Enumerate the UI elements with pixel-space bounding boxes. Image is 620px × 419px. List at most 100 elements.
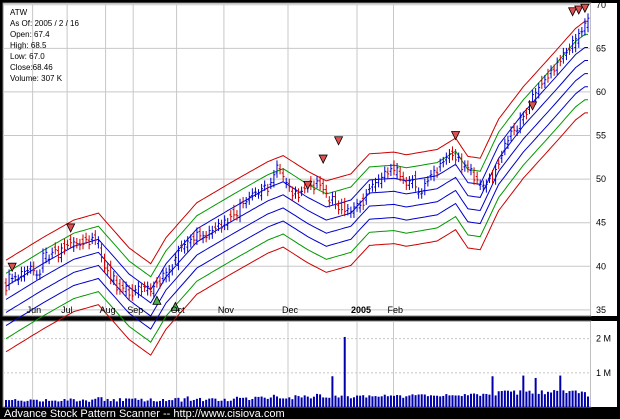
volume-bar-24 — [78, 400, 81, 407]
volume-bar-44 — [140, 398, 143, 407]
volume-bar-139 — [433, 395, 436, 407]
y-tick-label-50: 50 — [596, 174, 606, 184]
volume-bar-117 — [365, 397, 368, 407]
volume-bar-13 — [45, 399, 48, 407]
volume-bar-188 — [583, 392, 586, 407]
volume-bar-156 — [485, 393, 488, 407]
footer-text: Advance Stock Pattern Scanner -- http://… — [4, 408, 285, 419]
volume-bar-150 — [466, 395, 469, 407]
volume-bar-178 — [553, 390, 556, 407]
volume-bar-1 — [8, 400, 11, 407]
info-open: Open: 67.4 — [10, 30, 50, 39]
volume-bar-114 — [356, 395, 359, 407]
volume-bar-89 — [279, 398, 282, 407]
volume-bar-20 — [66, 400, 69, 407]
x-tick-label-Nov: Nov — [218, 305, 235, 315]
volume-bar-128 — [399, 395, 402, 407]
volume-bar-172 — [534, 377, 537, 407]
volume-bar-3 — [14, 399, 17, 407]
volume-bar-118 — [368, 395, 371, 407]
x-tick-label-2005: 2005 — [351, 305, 371, 315]
volume-bar-170 — [528, 390, 531, 407]
price-panel — [2, 2, 592, 317]
volume-bar-57 — [180, 401, 183, 407]
volume-bar-51 — [162, 399, 165, 407]
volume-bar-73 — [229, 400, 232, 407]
volume-bar-47 — [149, 398, 152, 407]
volume-bar-102 — [319, 394, 322, 407]
volume-bar-137 — [426, 396, 429, 407]
volume-bar-167 — [519, 390, 522, 407]
volume-bar-129 — [402, 397, 405, 407]
volume-bar-145 — [451, 395, 454, 407]
volume-bar-83 — [260, 396, 263, 407]
volume-bar-162 — [503, 390, 506, 407]
volume-bar-159 — [494, 395, 497, 407]
volume-bar-93 — [291, 399, 294, 407]
volume-bar-28 — [91, 399, 94, 407]
volume-bar-81 — [254, 396, 257, 407]
volume-bar-7 — [26, 400, 29, 407]
volume-bar-103 — [322, 397, 325, 407]
info-symbol: ATW — [10, 8, 28, 17]
volume-bar-72 — [226, 401, 229, 407]
volume-bar-107 — [334, 395, 337, 407]
volume-bar-12 — [41, 401, 44, 407]
volume-bar-56 — [177, 397, 180, 407]
volume-bar-40 — [128, 398, 131, 407]
volume-bar-37 — [118, 398, 121, 407]
volume-bar-105 — [328, 397, 331, 407]
volume-bar-109 — [340, 395, 343, 407]
volume-bar-175 — [543, 394, 546, 407]
volume-bar-75 — [235, 396, 238, 407]
volume-bar-184 — [571, 390, 574, 407]
volume-bar-100 — [312, 396, 315, 407]
volume-bar-2 — [11, 399, 14, 407]
volume-bar-18 — [60, 400, 63, 407]
volume-bar-30 — [97, 397, 100, 407]
volume-bar-59 — [186, 396, 189, 407]
volume-bar-70 — [220, 400, 223, 407]
volume-bar-14 — [48, 400, 51, 407]
volume-bar-91 — [285, 398, 288, 407]
volume-panel — [2, 320, 592, 408]
volume-bar-61 — [192, 399, 195, 407]
x-tick-label-Feb: Feb — [387, 305, 403, 315]
volume-bar-80 — [251, 399, 254, 407]
volume-bar-111 — [346, 396, 349, 407]
volume-bar-55 — [174, 398, 177, 407]
volume-bar-147 — [457, 395, 460, 407]
volume-bar-39 — [125, 398, 128, 407]
volume-bar-131 — [408, 395, 411, 407]
volume-bar-152 — [473, 393, 476, 407]
volume-bar-34 — [109, 401, 112, 407]
info-close: Close:68.46 — [10, 63, 53, 72]
volume-bar-27 — [88, 401, 91, 407]
volume-bar-85 — [266, 398, 269, 407]
volume-bar-134 — [417, 394, 420, 407]
volume-bar-62 — [195, 398, 198, 407]
volume-bar-10 — [35, 399, 38, 407]
chart-svg: 35 40 45 50 55 60 65 70 2 M 1 M Jun Jul Aug Sep Oct N… — [2, 0, 617, 419]
volume-bar-82 — [257, 396, 260, 407]
volume-bar-29 — [94, 398, 97, 407]
volume-bar-84 — [263, 397, 266, 407]
volume-bar-169 — [525, 391, 528, 407]
volume-bar-142 — [442, 395, 445, 407]
volume-bar-9 — [32, 399, 35, 407]
volume-bar-183 — [568, 391, 571, 407]
volume-bar-104 — [325, 397, 328, 407]
x-tick-label-Dec: Dec — [282, 305, 299, 315]
volume-bar-122 — [380, 396, 383, 407]
volume-bar-5 — [20, 400, 23, 407]
volume-bar-50 — [158, 400, 161, 407]
volume-bar-23 — [75, 401, 78, 407]
volume-bar-42 — [134, 398, 137, 407]
volume-bar-26 — [85, 400, 88, 407]
volume-bar-151 — [469, 393, 472, 407]
volume-bar-176 — [546, 391, 549, 407]
volume-tick-label-0: 2 M — [596, 334, 611, 344]
info-as-of: As Of: 2005 / 2 / 16 — [10, 19, 79, 28]
volume-bar-71 — [223, 398, 226, 407]
volume-bar-165 — [513, 390, 516, 407]
